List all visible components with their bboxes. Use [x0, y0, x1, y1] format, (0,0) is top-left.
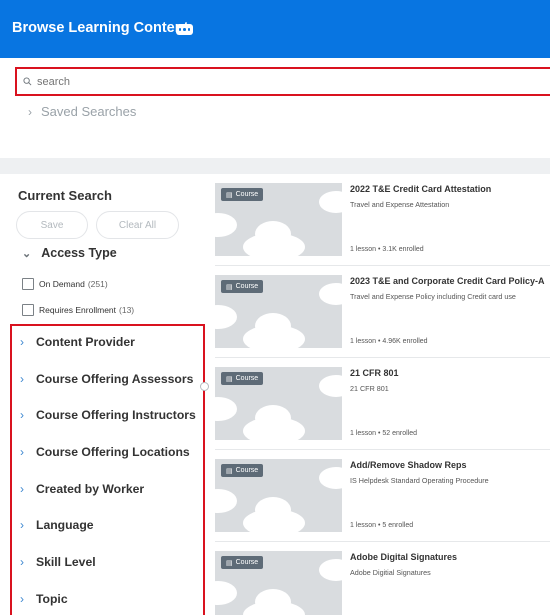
- facet-label: Skill Level: [36, 555, 96, 569]
- checkbox[interactable]: [22, 278, 34, 290]
- result-card[interactable]: ▤ Course 21 CFR 801 21 CFR 801 1 lesson •…: [215, 358, 550, 450]
- result-title[interactable]: 21 CFR 801: [350, 368, 399, 378]
- facet-label: Course Offering Locations: [36, 445, 190, 459]
- results-list: ▤ Course 2022 T&E Credit Card Attestation…: [215, 174, 550, 615]
- facet-created-by-worker[interactable]: › Created by Worker: [20, 482, 144, 496]
- course-thumbnail: ▤ Course: [215, 367, 342, 440]
- course-badge: ▤ Course: [221, 464, 264, 477]
- course-icon: ▤: [226, 375, 233, 383]
- result-card[interactable]: ▤ Course Adobe Digital Signatures Adobe D…: [215, 542, 550, 615]
- filter-option-label: On Demand: [39, 279, 85, 289]
- search-area: › Saved Searches: [0, 58, 550, 158]
- result-description: Travel and Expense Attestation: [350, 200, 450, 209]
- facet-course-offering-locations[interactable]: › Course Offering Locations: [20, 445, 190, 459]
- saved-searches-toggle[interactable]: › Saved Searches: [28, 104, 136, 119]
- result-title[interactable]: Adobe Digital Signatures: [350, 552, 457, 562]
- facet-label: Course Offering Instructors: [36, 408, 196, 422]
- facet-course-offering-instructors[interactable]: › Course Offering Instructors: [20, 408, 196, 422]
- filter-option-count: (13): [119, 305, 135, 315]
- course-thumbnail: ▤ Course: [215, 551, 342, 615]
- access-type-label: Access Type: [41, 246, 117, 260]
- facet-label: Content Provider: [36, 335, 135, 349]
- facet-label: Language: [36, 518, 94, 532]
- filter-option-label: Requires Enrollment: [39, 305, 117, 315]
- chevron-right-icon: ›: [20, 445, 24, 459]
- current-search-title: Current Search: [18, 188, 112, 203]
- course-badge: ▤ Course: [221, 188, 264, 201]
- facets-highlight-box: [10, 324, 205, 615]
- result-description: IS Helpdesk Standard Operating Procedure: [350, 476, 489, 485]
- course-icon: ▤: [226, 191, 233, 199]
- course-icon: ▤: [226, 283, 233, 291]
- filter-option-count: (251): [87, 279, 108, 289]
- filter-sidebar: Current Search Save Clear All ⌄ Access T…: [0, 174, 205, 615]
- chevron-right-icon: ›: [28, 104, 32, 119]
- result-description: 21 CFR 801: [350, 384, 389, 393]
- saved-searches-label: Saved Searches: [41, 104, 137, 119]
- result-title[interactable]: 2022 T&E Credit Card Attestation: [350, 184, 491, 194]
- course-icon: ▤: [226, 467, 233, 475]
- search-box[interactable]: [15, 67, 550, 96]
- filter-option-requires-enrollment[interactable]: Requires Enrollment (13): [22, 304, 134, 316]
- checkbox[interactable]: [22, 304, 34, 316]
- page-header: Browse Learning Content: [0, 0, 550, 58]
- result-description: Adobe Digitial Signatures: [350, 568, 431, 577]
- filter-option-on-demand[interactable]: On Demand (251): [22, 278, 108, 290]
- result-meta: 1 lesson • 5 enrolled: [350, 522, 414, 529]
- result-meta: 1 lesson • 52 enrolled: [350, 430, 418, 437]
- result-description: Travel and Expense Policy including Cred…: [350, 292, 516, 301]
- chevron-right-icon: ›: [20, 335, 24, 349]
- result-meta: 1 lesson • 3.1K enrolled: [350, 246, 424, 253]
- facet-course-offering-assessors[interactable]: › Course Offering Assessors: [20, 372, 193, 386]
- more-options-button[interactable]: [176, 24, 193, 35]
- facet-content-provider[interactable]: › Content Provider: [20, 335, 135, 349]
- page-title: Browse Learning Content: [12, 20, 189, 36]
- result-title[interactable]: Add/Remove Shadow Reps: [350, 460, 467, 470]
- course-badge: ▤ Course: [221, 372, 264, 385]
- result-card[interactable]: ▤ Course 2023 T&E and Corporate Credit Ca…: [215, 266, 550, 358]
- search-icon: [23, 77, 32, 86]
- chevron-right-icon: ›: [20, 372, 24, 386]
- course-thumbnail: ▤ Course: [215, 275, 342, 348]
- result-card[interactable]: ▤ Course 2022 T&E Credit Card Attestation…: [215, 174, 550, 266]
- chevron-right-icon: ›: [20, 518, 24, 532]
- result-title[interactable]: 2023 T&E and Corporate Credit Card Polic…: [350, 276, 545, 286]
- course-badge: ▤ Course: [221, 280, 264, 293]
- facet-skill-level[interactable]: › Skill Level: [20, 555, 96, 569]
- section-divider: [0, 158, 550, 174]
- course-badge: ▤ Course: [221, 556, 264, 569]
- course-thumbnail: ▤ Course: [215, 183, 342, 256]
- chevron-right-icon: ›: [20, 408, 24, 422]
- facet-label: Topic: [36, 592, 68, 606]
- access-type-facet[interactable]: ⌄ Access Type: [22, 246, 117, 260]
- course-icon: ▤: [226, 559, 233, 567]
- chevron-down-icon: ⌄: [22, 247, 32, 260]
- facet-topic[interactable]: › Topic: [20, 592, 68, 606]
- facet-label: Course Offering Assessors: [36, 372, 194, 386]
- result-card[interactable]: ▤ Course Add/Remove Shadow Reps IS Helpde…: [215, 450, 550, 542]
- chevron-right-icon: ›: [20, 592, 24, 606]
- panel-resize-handle[interactable]: [200, 382, 209, 391]
- save-button[interactable]: Save: [16, 211, 88, 239]
- clear-all-button[interactable]: Clear All: [96, 211, 179, 239]
- chevron-right-icon: ›: [20, 482, 24, 496]
- course-thumbnail: ▤ Course: [215, 459, 342, 532]
- facet-language[interactable]: › Language: [20, 518, 94, 532]
- search-input[interactable]: [37, 74, 517, 90]
- result-meta: 1 lesson • 4.96K enrolled: [350, 338, 428, 345]
- chevron-right-icon: ›: [20, 555, 24, 569]
- facet-label: Created by Worker: [36, 482, 145, 496]
